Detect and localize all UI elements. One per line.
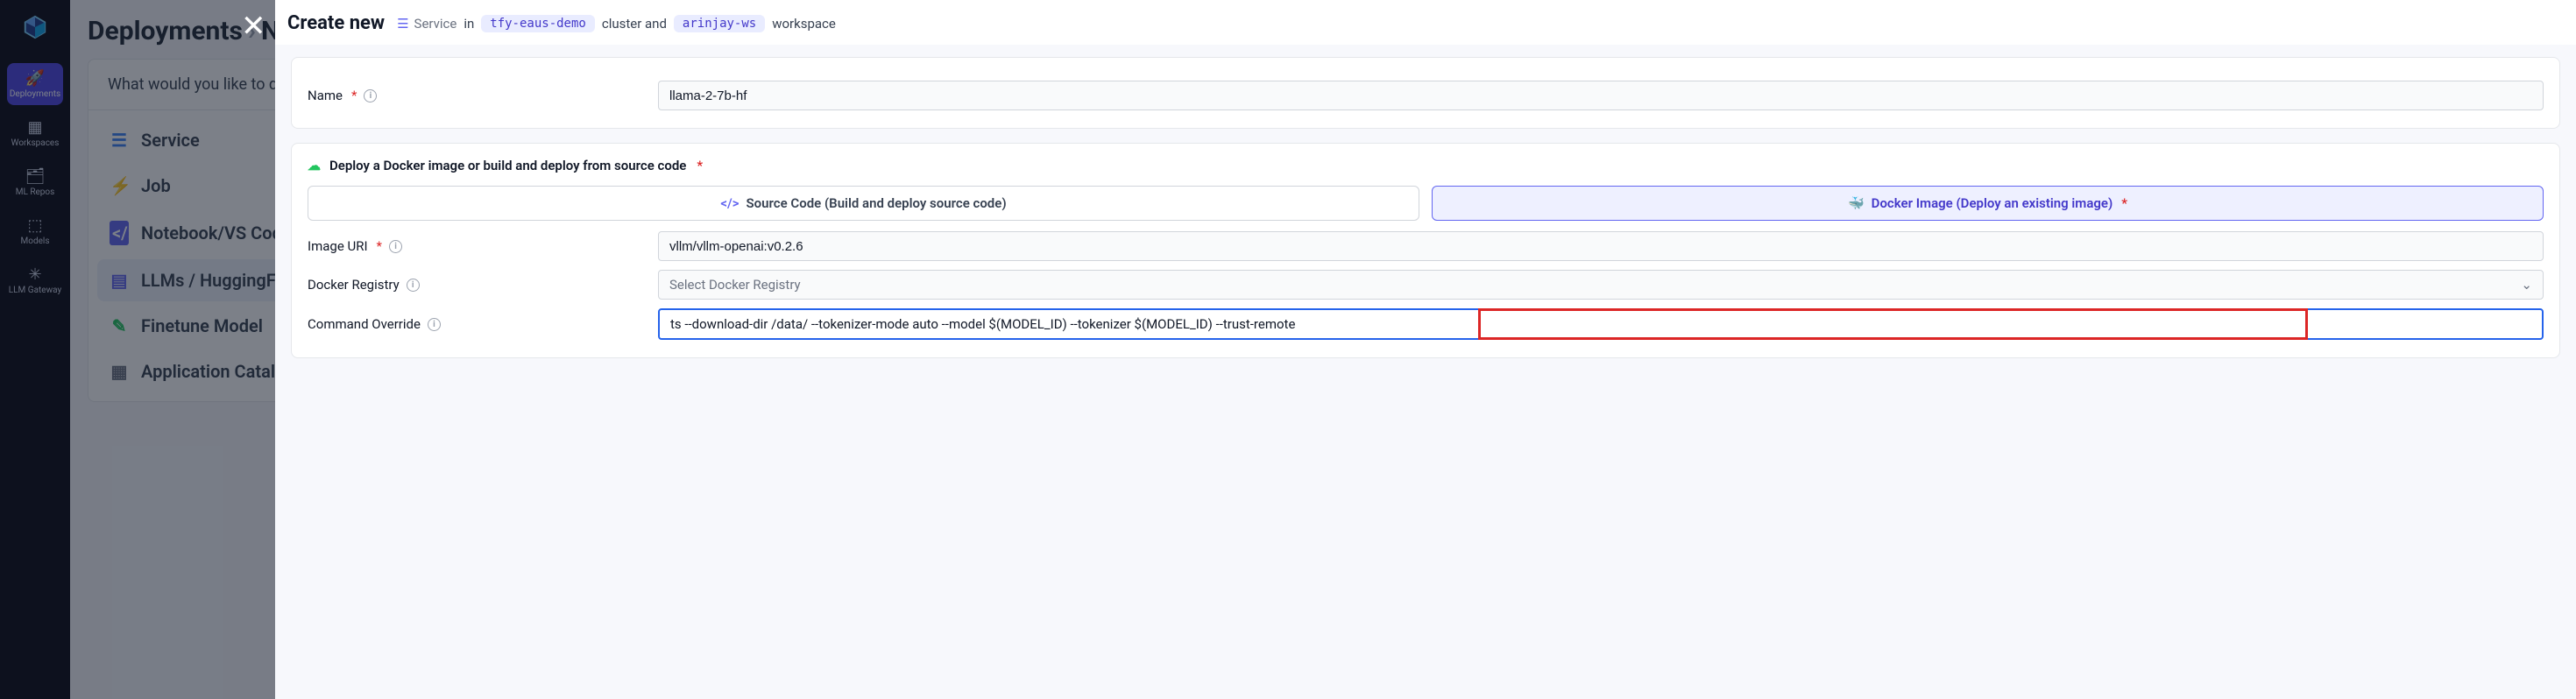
chevron-down-icon: ⌄: [2521, 277, 2532, 293]
word-cluster: cluster and: [602, 16, 667, 32]
word-workspace: workspace: [772, 16, 836, 32]
required-asterisk: *: [351, 88, 357, 103]
code-icon: </>: [720, 195, 739, 211]
service-label: Service: [414, 16, 457, 32]
word-in: in: [464, 16, 474, 32]
docker-registry-label: Docker Registry: [308, 277, 400, 293]
name-input[interactable]: [658, 81, 2544, 110]
command-override-input[interactable]: [658, 308, 2544, 340]
name-label: Name: [308, 88, 343, 103]
info-icon[interactable]: i: [364, 89, 377, 102]
info-icon[interactable]: i: [407, 279, 420, 292]
image-uri-input[interactable]: [658, 231, 2544, 261]
info-icon[interactable]: i: [389, 240, 402, 253]
cluster-pill[interactable]: tfy-eaus-demo: [481, 15, 595, 32]
close-icon[interactable]: ✕: [241, 9, 266, 44]
workspace-pill[interactable]: arinjay-ws: [674, 15, 765, 32]
required-asterisk: *: [697, 158, 703, 173]
deploy-section-title: Deploy a Docker image or build and deplo…: [329, 158, 686, 173]
tab-label: Source Code (Build and deploy source cod…: [747, 195, 1007, 211]
info-icon[interactable]: i: [428, 318, 441, 331]
image-uri-label: Image URI: [308, 238, 368, 254]
cloud-upload-icon: ☁: [308, 158, 321, 173]
required-asterisk: *: [2121, 195, 2127, 211]
layers-icon: ☰: [397, 16, 408, 32]
tab-source-code[interactable]: </> Source Code (Build and deploy source…: [308, 186, 1419, 221]
tab-label: Docker Image (Deploy an existing image): [1872, 195, 2113, 211]
docker-registry-select[interactable]: Select Docker Registry ⌄: [658, 270, 2544, 300]
required-asterisk: *: [377, 238, 382, 254]
panel-header: Create new ☰ Service in tfy-eaus-demo cl…: [275, 0, 2576, 45]
select-placeholder: Select Docker Registry: [669, 277, 801, 293]
docker-icon: 🐳: [1848, 195, 1865, 211]
command-override-label: Command Override: [308, 316, 421, 332]
tab-docker-image[interactable]: 🐳 Docker Image (Deploy an existing image…: [1432, 186, 2544, 221]
panel-title: Create new: [287, 12, 385, 34]
create-deployment-panel: Create new ☰ Service in tfy-eaus-demo cl…: [275, 0, 2576, 699]
